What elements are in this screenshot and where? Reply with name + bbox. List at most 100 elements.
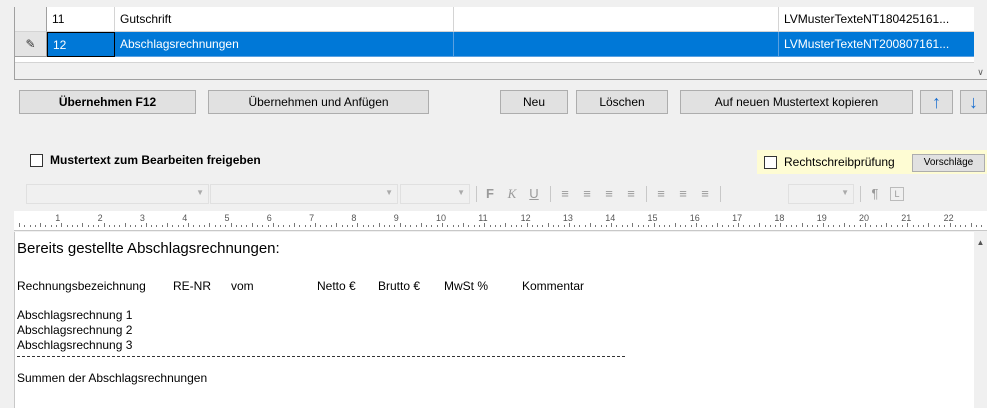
ruler-tick [896,225,898,227]
ruler-tick [574,225,576,227]
ruler-tick [431,225,433,227]
align-right-icon[interactable]: ≡ [600,185,618,203]
ruler-tick [40,223,42,227]
arrow-down-icon[interactable]: ↓ [960,90,987,114]
chevron-up-icon[interactable]: ▲ [974,238,987,247]
chevron-down-icon: ▼ [841,188,849,197]
rechtschreib-checkbox[interactable] [764,155,777,169]
ruler-tick [790,225,792,227]
ruler-label: 5 [224,213,230,223]
rechtschreib-checkbox-row[interactable]: Rechtschreibprüfung [764,155,895,169]
ruler-tick [711,225,713,227]
ruler-tick [865,223,866,227]
outline-list-icon[interactable]: ≡ [696,185,714,203]
ruler-tick [272,223,274,227]
ruler-label: 1 [55,213,61,223]
doc-item: Abschlagsrechnung 3 [17,338,133,352]
row-nr[interactable]: 11 [47,7,115,32]
ruler-label: 2 [97,213,103,223]
ruler-tick [98,225,100,227]
edit-pencil-icon: ✎ [15,32,47,57]
ruler-tick [352,225,354,227]
bullet-list-icon[interactable]: ≡ [652,185,670,203]
freigeben-checkbox-row[interactable]: Mustertext zum Bearbeiten freigeben [30,153,261,167]
ruler-label: 13 [562,213,573,223]
underline-icon[interactable]: U [525,185,543,203]
ruler-tick [563,225,565,227]
ruler-tick [151,225,153,227]
ruler-tick [505,223,507,227]
ruler-label: 8 [351,213,357,223]
ruler-tick [135,225,137,227]
font-name-combo[interactable]: ▼ [26,184,209,204]
row-nr[interactable]: 12 [47,32,115,57]
mustertext-table[interactable]: 11 Gutschrift LVMusterTexteNT180425161..… [14,7,987,80]
ruler-tick [256,225,258,227]
ruler-tick [161,225,163,227]
uebernehmen-anfuegen-button[interactable]: Übernehmen und Anfügen [208,90,429,114]
pilcrow-icon[interactable]: ¶ [866,185,884,203]
table-row-selected[interactable]: ✎ 12 Abschlagsrechnungen LVMusterTexteNT… [15,32,975,57]
ruler-tick [24,225,26,227]
vorschlaege-button[interactable]: Vorschläge [912,154,985,172]
ruler-tick [902,225,903,227]
text-editor[interactable]: Bereits gestellte Abschlagsrechnungen: R… [14,232,974,408]
ruler-tick [658,225,660,227]
ruler-tick [198,225,200,227]
loeschen-button[interactable]: Löschen [576,90,668,114]
row-extra[interactable] [454,7,779,32]
ruler-tick [637,225,639,227]
ruler-tick [933,225,935,227]
ruler-tick [389,225,391,227]
justify-icon[interactable]: ≡ [622,185,640,203]
ruler-tick [494,225,496,227]
ruler-tick [367,225,369,227]
zoom-combo[interactable]: ▼ [788,184,854,204]
ruler-label: 6 [266,213,272,223]
ruler-tick [516,225,518,227]
neu-button[interactable]: Neu [500,90,568,114]
ruler-tick [219,225,221,227]
ruler-tick [225,225,227,227]
table-row[interactable]: 11 Gutschrift LVMusterTexteNT180425161..… [15,7,975,32]
chevron-down-icon[interactable]: ∨ [974,65,987,79]
table-empty-area [15,62,975,79]
row-name[interactable]: Abschlagsrechnungen [115,32,454,57]
font-size-combo[interactable]: ▼ [400,184,470,204]
font-style-combo[interactable]: ▼ [210,184,398,204]
ruler-tick [706,225,708,227]
ruler-tick [267,225,269,227]
ruler-tick [103,223,105,227]
freigeben-checkbox[interactable] [30,153,43,167]
uebernehmen-button[interactable]: Übernehmen F12 [19,90,196,114]
ruler-tick [463,223,465,227]
editor-scrollbar[interactable]: ▲ [974,232,987,408]
row-extra[interactable] [454,32,779,57]
tab-icon[interactable]: L [890,187,904,201]
ruler-tick [82,223,84,227]
bold-icon[interactable]: F [481,185,499,203]
ruler-tick [965,225,967,227]
ruler-tick [584,225,586,227]
ruler-tick [34,225,36,227]
ruler-tick [484,223,486,227]
ruler-tick [553,225,555,227]
ruler[interactable]: 1 2 3 4 5 6 7 8 9 10 11 12 13 14 15 16 17 18 19 20 21 22 [14,211,987,231]
align-left-icon[interactable]: ≡ [556,185,574,203]
ruler-label: 15 [647,213,658,223]
ruler-tick [320,225,322,227]
row-name[interactable]: Gutschrift [115,7,454,32]
row-file[interactable]: LVMusterTexteNT200807161... [779,32,975,57]
ruler-tick [299,225,301,227]
row-file[interactable]: LVMusterTexteNT180425161... [779,7,975,32]
table-scrollbar[interactable]: ∨ [974,7,987,79]
ruler-tick [775,225,777,227]
align-center-icon[interactable]: ≡ [578,185,596,203]
arrow-up-icon[interactable]: ↑ [920,90,953,114]
ruler-tick [426,225,428,227]
numbered-list-icon[interactable]: ≡ [674,185,692,203]
ruler-tick [309,225,311,227]
kopieren-button[interactable]: Auf neuen Mustertext kopieren [680,90,913,114]
ruler-tick [50,225,52,227]
italic-icon[interactable]: K [503,185,521,203]
